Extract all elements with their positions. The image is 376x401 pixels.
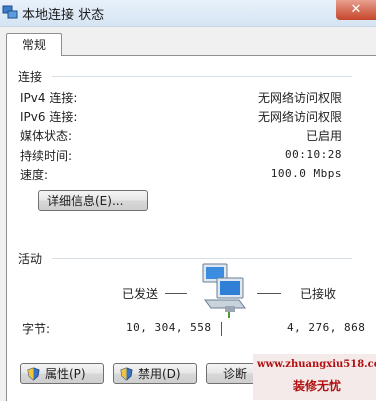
ipv6-value: 无网络访问权限 (257, 110, 342, 124)
shield-icon (27, 367, 40, 381)
watermark-url: www.zhuangxiu518.com (257, 359, 376, 370)
media-state-value: 已启用 (305, 129, 342, 143)
bytes-label: 字节: (22, 322, 51, 336)
media-state-label: 媒体状态: (20, 129, 73, 143)
window-title: 本地连接 状态 (22, 8, 105, 23)
duration-label: 持续时间: (20, 149, 73, 163)
duration-value: 00:10:28 (285, 148, 342, 161)
received-dash (257, 293, 281, 294)
disable-button[interactable]: 禁用(D) (113, 363, 197, 384)
watermark-text: 装修无忧 (293, 379, 342, 393)
general-panel (6, 55, 376, 401)
network-activity-icon (202, 263, 246, 318)
network-icon (2, 5, 18, 19)
shield-icon (120, 367, 133, 381)
properties-button[interactable]: 属性(P) (20, 363, 104, 384)
speed-label: 速度: (20, 168, 49, 182)
bytes-sent-value: 10, 304, 558 (126, 321, 212, 334)
watermark: www.zhuangxiu518.com 装修无忧 (253, 354, 376, 400)
speed-value: 100.0 Mbps (270, 167, 342, 180)
ipv4-value: 无网络访问权限 (257, 91, 342, 105)
connection-divider (52, 76, 352, 77)
bytes-received-value: 4, 276, 868 (287, 321, 366, 334)
sent-label: 已发送 (122, 287, 159, 301)
title-bar: 本地连接 状态 ✕ (0, 0, 376, 27)
details-button-label: 详细信息(E)... (47, 194, 124, 208)
ipv6-label: IPv6 连接: (20, 110, 78, 124)
close-button[interactable]: ✕ (336, 0, 376, 20)
activity-divider (52, 258, 352, 259)
diagnose-button-label: 诊断 (223, 367, 248, 381)
tab-general[interactable]: 常规 (6, 33, 62, 56)
ipv4-label: IPv4 连接: (20, 91, 78, 105)
received-label: 已接收 (300, 287, 337, 301)
connection-heading: 连接 (18, 70, 43, 84)
sent-dash (165, 293, 187, 294)
disable-button-label: 禁用(D) (138, 367, 181, 381)
activity-heading: 活动 (18, 252, 43, 266)
bytes-separator (221, 322, 222, 336)
details-button[interactable]: 详细信息(E)... (38, 190, 148, 211)
properties-button-label: 属性(P) (45, 367, 86, 381)
